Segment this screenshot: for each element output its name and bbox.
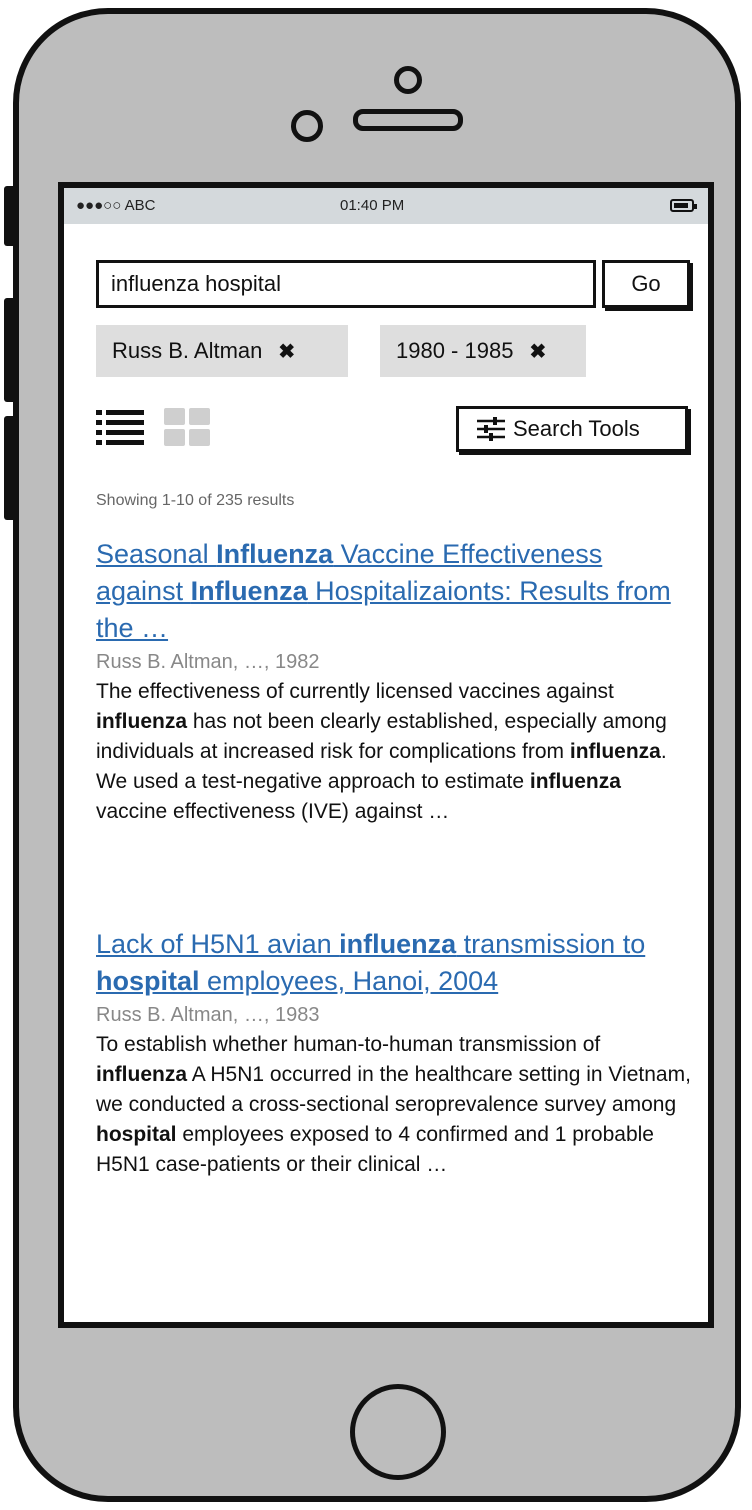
search-tools-label: Search Tools <box>513 416 640 441</box>
carrier-label: ●●●○○ ABC <box>76 197 156 214</box>
search-tools-button[interactable]: Search Tools <box>456 406 688 452</box>
battery-icon <box>670 199 697 212</box>
filter-chip-label: Russ B. Altman <box>112 338 263 363</box>
home-button[interactable] <box>350 1384 446 1480</box>
screen: ●●●○○ ABC 01:40 PM influenza hospital Go… <box>58 182 714 1328</box>
list-view-icon[interactable] <box>96 408 144 448</box>
volume-down-button <box>4 416 16 520</box>
status-bar: ●●●○○ ABC 01:40 PM <box>64 188 708 224</box>
filter-chip-years: 1980 - 1985 ✖ <box>380 325 586 377</box>
camera-dot <box>394 66 422 94</box>
front-camera <box>291 110 323 142</box>
volume-up-button <box>4 298 16 402</box>
grid-view-icon[interactable] <box>164 408 210 448</box>
remove-filter-icon[interactable]: ✖ <box>278 339 295 364</box>
search-input[interactable]: influenza hospital <box>96 260 596 308</box>
go-button[interactable]: Go <box>602 260 690 308</box>
result-title-link[interactable]: Lack of H5N1 avian influenza transmissio… <box>96 926 696 1000</box>
sliders-icon <box>477 417 505 441</box>
result-meta: Russ B. Altman, …, 1983 <box>96 1004 320 1026</box>
result-count: Showing 1-10 of 235 results <box>96 492 295 509</box>
result-meta: Russ B. Altman, …, 1982 <box>96 651 320 673</box>
remove-filter-icon[interactable]: ✖ <box>529 339 546 364</box>
clock: 01:40 PM <box>340 197 405 214</box>
filter-chip-label: 1980 - 1985 <box>396 338 514 363</box>
speaker-grille <box>353 109 463 131</box>
result-title-link[interactable]: Seasonal Influenza Vaccine Effectiveness… <box>96 536 696 647</box>
search-result: Seasonal Influenza Vaccine Effectiveness… <box>96 536 696 827</box>
search-result: Lack of H5N1 avian influenza transmissio… <box>96 926 696 1180</box>
result-snippet: To establish whether human-to-human tran… <box>96 1033 691 1176</box>
mute-switch <box>4 186 16 246</box>
filter-chip-author: Russ B. Altman ✖ <box>96 325 348 377</box>
result-snippet: The effectiveness of currently licensed … <box>96 680 667 823</box>
